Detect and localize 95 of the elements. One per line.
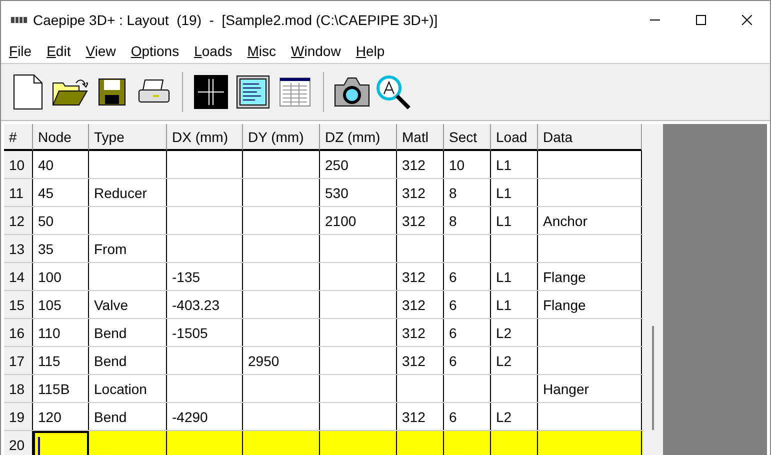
close-icon[interactable] <box>742 15 752 25</box>
table-cell-text: 115 <box>37 352 62 371</box>
column-header: Type <box>89 124 167 151</box>
column-header: DZ (mm) <box>320 124 397 151</box>
table-cell-text: 530 <box>324 184 350 203</box>
row-number: 19 <box>4 403 33 430</box>
table-cell-text: 10 <box>448 156 466 175</box>
table-cell-text: L1 <box>495 184 513 203</box>
input-field[interactable] <box>33 431 89 455</box>
row-number: 14 <box>4 263 33 290</box>
scrollbar-thumb[interactable] <box>652 326 654 430</box>
table-cell-text: Location <box>93 380 148 399</box>
column-header: Matl <box>397 124 444 151</box>
table-cell-text: 312 <box>401 156 426 175</box>
table-cell-text: 6 <box>448 408 458 427</box>
table-cell-text: Anchor <box>542 212 588 231</box>
table-cell-text: 50 <box>37 212 55 231</box>
menu-item[interactable]: Help <box>348 43 392 59</box>
table-cell-text: From <box>93 240 128 259</box>
row-number: 10 <box>4 151 33 178</box>
column-header: Load <box>491 124 538 151</box>
table-cell-text: 2100 <box>324 212 358 231</box>
table-cell-text: L1 <box>495 212 513 231</box>
table-cell-text: L2 <box>495 408 513 427</box>
table-cell-text: 312 <box>401 296 426 315</box>
text-list-icon[interactable] <box>236 75 270 109</box>
row-number: 16 <box>4 319 33 346</box>
table-cell-text: 115B <box>37 380 71 399</box>
table-cell-text: 6 <box>448 296 458 315</box>
table-cell-text: Flange <box>542 268 587 287</box>
menu-item[interactable]: Misc <box>239 43 284 59</box>
row-number: 12 <box>4 207 33 234</box>
table-cell-text: Bend <box>93 408 128 427</box>
table-cell-text: 312 <box>401 324 426 343</box>
table-cell-text: 100 <box>37 268 62 287</box>
row-number: 11 <box>4 179 33 206</box>
table-icon[interactable] <box>279 77 311 107</box>
table-cell-text: 35 <box>37 240 55 259</box>
table-cell-text: 2950 <box>247 352 280 371</box>
table-cell-text: 40 <box>37 156 55 175</box>
table-cell-text: Valve <box>93 296 129 315</box>
table-cell-text: 250 <box>324 156 350 175</box>
new-file-icon[interactable] <box>13 74 43 110</box>
app-icon <box>11 15 27 25</box>
menu-item[interactable]: Window <box>283 43 348 59</box>
table-cell-text: -4290 <box>171 408 209 427</box>
table-cell-text: 312 <box>401 212 426 231</box>
table-cell-text: 312 <box>401 268 426 287</box>
row-number: 15 <box>4 291 33 318</box>
table-cell-text: Bend <box>93 352 128 371</box>
table-cell-text: Bend <box>93 324 128 343</box>
table-cell-text: Reducer <box>93 184 148 203</box>
column-header: Data <box>538 124 642 151</box>
table-cell-text: 6 <box>448 324 458 343</box>
table-cell-text: L2 <box>495 324 513 343</box>
row-number: 20 <box>4 431 33 455</box>
table-cell-text: -1505 <box>171 324 209 343</box>
open-folder-icon[interactable] <box>52 77 88 107</box>
table-cell-text: L1 <box>495 156 513 175</box>
row-number: 17 <box>4 347 33 374</box>
column-header: Sect <box>444 124 491 151</box>
column-header: DX (mm) <box>167 124 243 151</box>
table-cell-text: L2 <box>495 352 513 371</box>
zoom-icon[interactable] <box>375 74 413 110</box>
table-cell-text: 105 <box>37 296 62 315</box>
table-cell-text: -135 <box>171 268 202 287</box>
table-cell-text: L1 <box>495 268 513 287</box>
table-cell-text: 312 <box>401 352 426 371</box>
maximize-icon[interactable] <box>696 15 706 25</box>
table-cell-text: Flange <box>542 296 587 315</box>
menu-item[interactable]: Options <box>122 43 186 59</box>
table-cell-text: -403.23 <box>171 296 220 315</box>
table-cell-text: 120 <box>37 408 62 427</box>
menu-item[interactable]: File <box>1 43 39 59</box>
table-cell-text: 6 <box>448 352 458 371</box>
row-number: 13 <box>4 235 33 262</box>
table-cell-text: 312 <box>401 408 426 427</box>
table-cell-text: 312 <box>401 184 426 203</box>
menu-item[interactable]: Loads <box>186 43 240 59</box>
row-number: 18 <box>4 375 33 402</box>
menu-item[interactable]: Edit <box>38 43 78 59</box>
menu-item[interactable]: View <box>78 43 123 59</box>
table-cell-text: 8 <box>448 184 458 203</box>
table-cell-text: 8 <box>448 212 458 231</box>
table-cell-text: 45 <box>37 184 55 203</box>
window-title: Caepipe 3D+ : Layout (19) - [Sample2.mod (C:\CAEPIPE 3D+)] <box>33 12 438 28</box>
table-cell-text: 110 <box>37 324 62 343</box>
column-header: # <box>4 124 33 151</box>
camera-icon[interactable] <box>333 76 371 108</box>
column-header: Node <box>33 124 89 151</box>
table-cell-text: 6 <box>448 268 458 287</box>
table-cell-text: Hanger <box>542 380 590 399</box>
table-cell-text: L1 <box>495 296 513 315</box>
crosshair-icon[interactable] <box>194 75 228 109</box>
column-header: DY (mm) <box>243 124 320 151</box>
